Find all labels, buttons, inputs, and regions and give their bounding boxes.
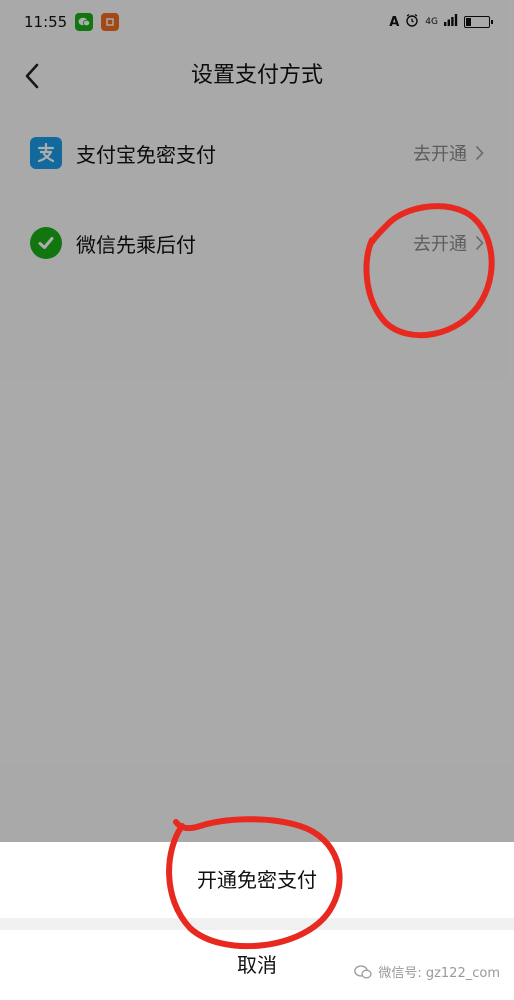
watermark: 微信号: gz122_com	[354, 962, 500, 981]
watermark-text: 微信号: gz122_com	[378, 966, 500, 981]
wechat-logo-icon	[354, 964, 372, 978]
enable-passwordless-button[interactable]: 开通免密支付	[0, 842, 514, 918]
